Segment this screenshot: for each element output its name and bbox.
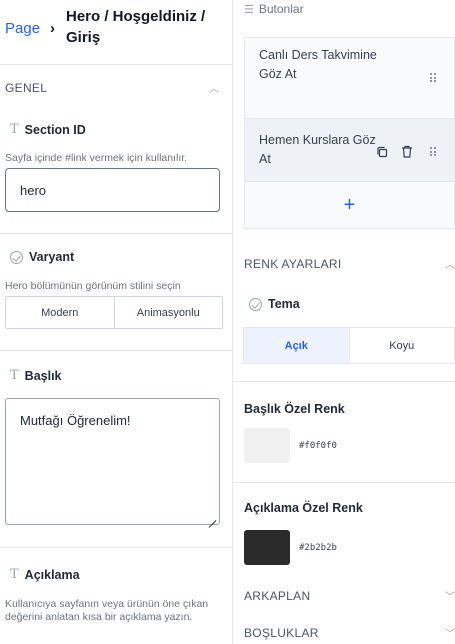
button-item-label: Hemen Kurslara Göz At	[259, 133, 376, 166]
color-settings-header[interactable]: RENK AYARLARI ︿	[244, 256, 455, 272]
section-id-input[interactable]: hero	[5, 168, 220, 212]
theme-label: Tema	[249, 297, 300, 311]
resize-handle-icon[interactable]	[207, 512, 216, 521]
general-section-title: GENEL	[5, 80, 48, 95]
breadcrumb-separator: ›	[50, 20, 55, 37]
description-color-hex: #2b2b2b	[299, 543, 337, 553]
description-color-label: Açıklama Özel Renk	[244, 501, 363, 515]
section-id-help: Sayfa içinde #link vermek için kullanılı…	[5, 152, 188, 164]
chevron-down-icon: ﹀	[445, 592, 455, 603]
title-color-swatch[interactable]	[244, 428, 290, 463]
divider	[0, 547, 232, 548]
variant-option-animated[interactable]: Animasyonlu	[113, 297, 222, 328]
trash-icon[interactable]	[401, 145, 413, 158]
divider	[233, 381, 455, 382]
background-section-header[interactable]: ARKAPLAN ﹀	[244, 588, 455, 604]
button-item[interactable]: Canlı Ders Takvimine Göz At	[244, 37, 455, 119]
drag-handle-icon[interactable]	[430, 147, 436, 156]
chevron-up-icon: ︿	[445, 260, 455, 271]
chevron-down-icon: ﹀	[445, 629, 455, 640]
section-id-label-text: Section ID	[24, 122, 86, 137]
title-label-text: Başlık	[24, 368, 62, 383]
title-label: T Başlık	[10, 368, 62, 383]
section-id-label: T Section ID	[10, 122, 86, 137]
copy-icon[interactable]	[376, 146, 388, 158]
check-circle-icon	[10, 250, 23, 264]
divider	[233, 482, 455, 483]
title-color-hex: #f0f0f0	[299, 441, 337, 451]
title-textarea[interactable]: Mutfağı Öğrenelim!	[5, 398, 220, 525]
text-type-icon: T	[10, 122, 19, 137]
column-divider	[232, 0, 233, 644]
text-type-icon: T	[10, 368, 19, 383]
drag-handle-icon[interactable]	[430, 73, 436, 82]
add-button[interactable]: +	[244, 181, 455, 229]
title-textarea-value: Mutfağı Öğrenelim!	[20, 413, 131, 428]
variant-segmented-control: Modern Animasyonlu	[5, 296, 223, 329]
variant-label: Varyant	[10, 250, 74, 264]
color-settings-title: RENK AYARLARI	[244, 256, 342, 271]
divider	[0, 64, 232, 65]
spacing-section-title: BOŞLUKLAR	[244, 625, 319, 640]
button-item-label: Canlı Ders Takvimine Göz At	[259, 48, 377, 81]
variant-help: Hero bölümünün görünüm stilini seçin	[5, 280, 181, 292]
breadcrumb-current-title: Hero / Hoşgeldiniz / Giriş	[66, 8, 206, 46]
description-color-swatch[interactable]	[244, 530, 290, 565]
theme-segmented-control: Açık Koyu	[243, 327, 455, 364]
divider	[0, 350, 232, 351]
description-label-text: Açıklama	[24, 567, 80, 582]
check-circle-icon	[249, 297, 262, 311]
general-section-header[interactable]: GENEL ︿	[5, 80, 219, 96]
chevron-up-icon: ︿	[209, 84, 219, 95]
buttons-section-header: ☰ Butonlar	[244, 2, 304, 16]
title-color-label: Başlık Özel Renk	[244, 402, 345, 416]
description-label: T Açıklama	[10, 567, 80, 582]
theme-option-light[interactable]: Açık	[244, 328, 350, 363]
list-icon: ☰	[244, 3, 254, 16]
theme-label-text: Tema	[268, 297, 300, 311]
plus-icon: +	[343, 193, 356, 216]
variant-option-modern[interactable]: Modern	[6, 297, 114, 328]
background-section-title: ARKAPLAN	[244, 588, 311, 603]
text-type-icon: T	[10, 567, 19, 582]
breadcrumb-root-link[interactable]: Page	[5, 20, 40, 37]
divider	[0, 233, 232, 234]
description-help: Kullanıcıya sayfanın veya ürünün öne çık…	[5, 598, 209, 623]
spacing-section-header[interactable]: BOŞLUKLAR ﹀	[244, 625, 455, 641]
variant-label-text: Varyant	[29, 250, 75, 264]
button-item[interactable]: Hemen Kurslara Göz At	[244, 118, 455, 182]
buttons-header-text: Butonlar	[258, 2, 304, 16]
theme-option-dark[interactable]: Koyu	[350, 328, 455, 363]
